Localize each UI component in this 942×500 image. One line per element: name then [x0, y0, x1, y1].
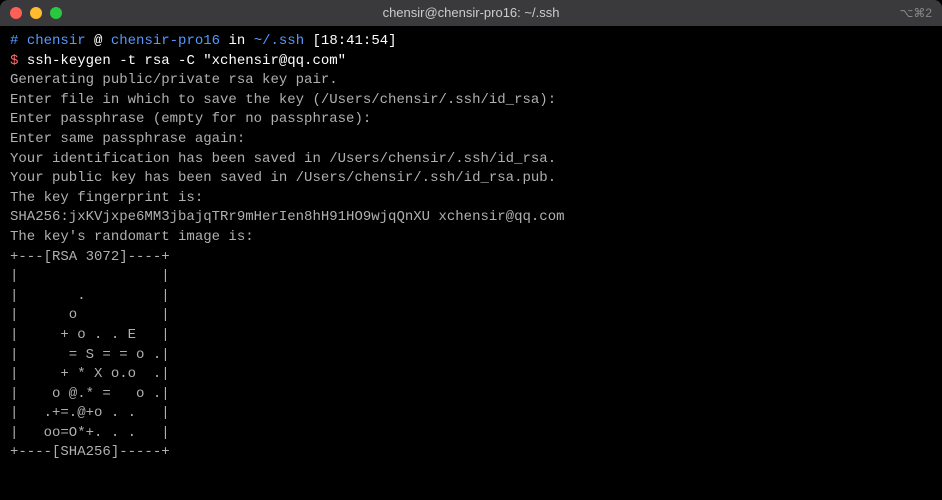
output-line: Generating public/private rsa key pair. — [10, 71, 932, 91]
randomart-line: | . | — [10, 287, 932, 307]
randomart-line: | = S = = o .| — [10, 346, 932, 366]
window-title: chensir@chensir-pro16: ~/.ssh — [383, 4, 560, 22]
output-line: Your public key has been saved in /Users… — [10, 169, 932, 189]
terminal-content[interactable]: # chensir @ chensir-pro16 in ~/.ssh [18:… — [0, 26, 942, 469]
window-shortcut-label: ⌥⌘2 — [899, 5, 932, 22]
randomart-line: | .+=.@+o . . | — [10, 404, 932, 424]
randomart-line: +----[SHA256]-----+ — [10, 443, 932, 463]
prompt-path: ~/.ssh — [254, 33, 304, 49]
minimize-button[interactable] — [30, 7, 42, 19]
randomart-line: +---[RSA 3072]----+ — [10, 248, 932, 268]
prompt-in: in — [228, 33, 245, 49]
command-line: $ ssh-keygen -t rsa -C "xchensir@qq.com" — [10, 52, 932, 72]
output-line: Your identification has been saved in /U… — [10, 150, 932, 170]
randomart-line: | o @.* = o .| — [10, 385, 932, 405]
randomart-line: | + o . . E | — [10, 326, 932, 346]
randomart-line: | oo=O*+. . . | — [10, 424, 932, 444]
output-line: Enter passphrase (empty for no passphras… — [10, 110, 932, 130]
traffic-lights — [10, 7, 62, 19]
output-line: SHA256:jxKVjxpe6MM3jbajqTRr9mHerIen8hH91… — [10, 208, 932, 228]
prompt-user: chensir — [27, 33, 86, 49]
randomart-line: | o | — [10, 306, 932, 326]
maximize-button[interactable] — [50, 7, 62, 19]
output-line: Enter same passphrase again: — [10, 130, 932, 150]
randomart-line: | | — [10, 267, 932, 287]
output-line: The key fingerprint is: — [10, 189, 932, 209]
randomart-line: | + * X o.o .| — [10, 365, 932, 385]
prompt-line: # chensir @ chensir-pro16 in ~/.ssh [18:… — [10, 32, 932, 52]
window-titlebar: chensir@chensir-pro16: ~/.ssh ⌥⌘2 — [0, 0, 942, 26]
prompt-time: [18:41:54] — [313, 33, 397, 49]
close-button[interactable] — [10, 7, 22, 19]
command-text: ssh-keygen -t rsa -C "xchensir@qq.com" — [27, 53, 346, 69]
output-line: The key's randomart image is: — [10, 228, 932, 248]
prompt-host: chensir-pro16 — [111, 33, 220, 49]
output-line: Enter file in which to save the key (/Us… — [10, 91, 932, 111]
